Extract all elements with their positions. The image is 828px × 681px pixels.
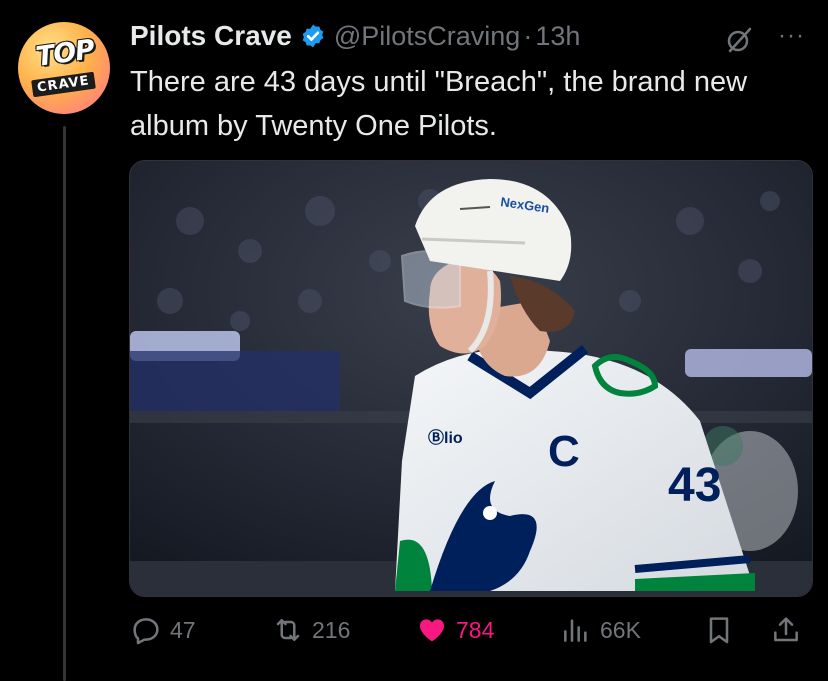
action-bar: 47 216 784 66K <box>130 612 810 648</box>
jersey-number: 43 <box>668 459 721 512</box>
share-button[interactable] <box>770 612 802 648</box>
thread-line <box>63 126 66 681</box>
jersey-captain-c: C <box>548 427 580 476</box>
share-icon <box>774 617 798 642</box>
views-icon <box>564 619 587 642</box>
reply-count: 47 <box>170 616 196 643</box>
avatar-logo-top: TOP <box>34 34 96 73</box>
avatar-logo-crave: CRAVE <box>31 71 96 98</box>
tweet-header: Pilots Crave @PilotsCraving · 13h <box>130 18 580 54</box>
separator-dot: · <box>523 20 533 51</box>
hockey-player-photo: C 43 Ⓑlio NexGen <box>130 161 812 596</box>
verified-badge-icon[interactable] <box>300 23 326 49</box>
reply-button[interactable]: 47 <box>130 612 196 648</box>
repost-count: 216 <box>312 616 351 643</box>
display-name[interactable]: Pilots Crave <box>130 20 292 52</box>
grok-icon[interactable] <box>724 25 754 55</box>
like-count: 784 <box>456 616 495 643</box>
views-button[interactable]: 66K <box>560 612 641 648</box>
user-handle[interactable]: @PilotsCraving <box>334 21 520 52</box>
view-count: 66K <box>600 616 641 643</box>
tweet-text: There are 43 days until "Breach", the br… <box>130 66 748 142</box>
repost-icon <box>276 619 300 641</box>
bookmark-icon <box>709 617 729 644</box>
more-options-icon[interactable]: ··· <box>778 22 805 50</box>
reply-icon <box>133 618 159 645</box>
heart-filled-icon <box>420 619 444 642</box>
jersey-sponsor: Ⓑlio <box>428 428 463 447</box>
repost-button[interactable]: 216 <box>272 612 350 648</box>
bookmark-button[interactable] <box>703 612 735 648</box>
tweet-media-image[interactable]: C 43 Ⓑlio NexGen <box>129 160 813 597</box>
avatar[interactable]: TOP CRAVE <box>18 22 110 114</box>
timestamp[interactable]: 13h <box>535 21 580 52</box>
like-button[interactable]: 784 <box>416 612 494 648</box>
